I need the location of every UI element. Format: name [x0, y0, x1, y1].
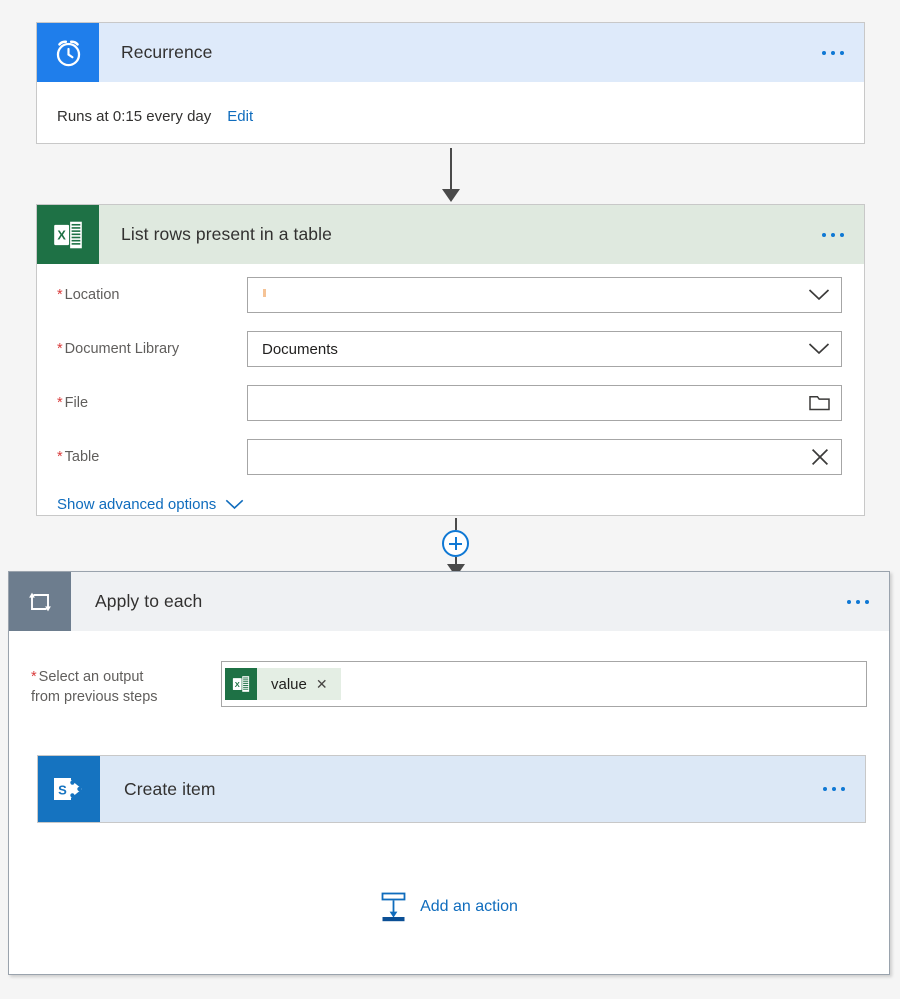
connector-excel-to-loop	[442, 518, 469, 577]
create-item-title: Create item	[124, 778, 216, 799]
create-item-header[interactable]: S Create item	[38, 756, 865, 822]
excel-action-title: List rows present in a table	[121, 224, 332, 244]
excel-more-options-icon[interactable]	[822, 232, 844, 237]
add-action-icon	[380, 892, 407, 922]
recurrence-body: Runs at 0:15 every day Edit	[37, 82, 864, 125]
list-rows-action-card[interactable]: X List rows present in a table * Locatio…	[36, 204, 865, 516]
location-input[interactable]	[247, 277, 842, 313]
recurrence-schedule-text: Runs at 0:15 every day	[57, 108, 212, 125]
apply-to-each-more-options-icon[interactable]	[847, 599, 869, 604]
alarm-clock-icon	[37, 23, 99, 82]
field-row-location: * Location	[37, 272, 864, 318]
document-library-input[interactable]: Documents	[247, 331, 842, 367]
create-item-more-options-icon[interactable]	[823, 787, 845, 791]
location-label: * Location	[57, 287, 120, 303]
apply-to-each-header[interactable]: Apply to each	[9, 572, 889, 631]
select-output-input[interactable]: X value ✕	[221, 661, 867, 707]
add-an-action-label: Add an action	[420, 898, 518, 915]
required-asterisk: *	[57, 341, 63, 357]
required-asterisk: *	[57, 395, 63, 411]
excel-icon: X	[37, 205, 99, 264]
field-row-table: * Table	[37, 434, 864, 480]
show-advanced-options-label: Show advanced options	[57, 496, 217, 513]
loop-icon	[9, 572, 71, 631]
svg-text:X: X	[235, 680, 240, 689]
excel-icon: X	[225, 668, 257, 700]
create-item-action-card[interactable]: S Create item	[37, 755, 866, 823]
required-asterisk: *	[57, 449, 63, 465]
apply-to-each-title: Apply to each	[95, 591, 203, 611]
folder-picker-icon[interactable]	[809, 395, 830, 412]
arrow-down-icon	[442, 189, 460, 202]
clear-x-icon[interactable]	[810, 447, 830, 467]
select-output-row: *Select an output from previous steps X	[9, 631, 889, 707]
insert-new-step-button[interactable]	[442, 530, 469, 557]
connector-line-top	[454, 518, 457, 530]
field-row-document-library: * Document Library Documents	[37, 326, 864, 372]
output-token-value[interactable]: X value ✕	[225, 668, 341, 700]
document-library-value: Documents	[262, 340, 338, 358]
connector-trigger-to-excel	[442, 148, 460, 202]
location-token-artifact	[263, 289, 266, 297]
table-label: * Table	[57, 449, 100, 465]
field-row-file: * File	[37, 380, 864, 426]
table-input[interactable]	[247, 439, 842, 475]
apply-to-each-header-strip: Apply to each	[71, 572, 889, 631]
recurrence-title: Recurrence	[121, 42, 213, 62]
recurrence-trigger-card[interactable]: Recurrence Runs at 0:15 every day Edit	[36, 22, 865, 144]
file-input[interactable]	[247, 385, 842, 421]
token-remove-icon[interactable]: ✕	[316, 676, 341, 693]
file-label: * File	[57, 395, 89, 411]
required-asterisk: *	[57, 287, 63, 303]
recurrence-more-options-icon[interactable]	[822, 50, 844, 55]
connector-line	[450, 148, 452, 190]
apply-to-each-card[interactable]: Apply to each * Select an output from pre…	[8, 571, 890, 975]
chevron-down-icon[interactable]	[808, 343, 830, 356]
sharepoint-icon: S	[38, 756, 100, 822]
select-output-label: * Select an output from previous steps	[31, 669, 158, 705]
excel-card-header[interactable]: X List rows present in a table	[37, 205, 864, 264]
output-token-label: value	[271, 675, 307, 693]
chevron-down-icon[interactable]	[808, 289, 830, 302]
recurrence-edit-link[interactable]: Edit	[227, 108, 253, 125]
document-library-label: * Document Library	[57, 341, 180, 357]
svg-text:S: S	[58, 783, 67, 798]
required-asterisk: *	[31, 669, 37, 685]
svg-text:X: X	[57, 227, 66, 242]
add-an-action-button[interactable]: Add an action	[9, 892, 889, 922]
recurrence-card-header[interactable]: Recurrence	[37, 23, 864, 82]
create-item-header-strip: Create item	[100, 756, 865, 822]
excel-header-strip: List rows present in a table	[99, 205, 864, 264]
chevron-down-icon	[225, 499, 244, 510]
show-advanced-options-button[interactable]: Show advanced options	[37, 480, 864, 513]
recurrence-header-strip: Recurrence	[99, 23, 864, 82]
